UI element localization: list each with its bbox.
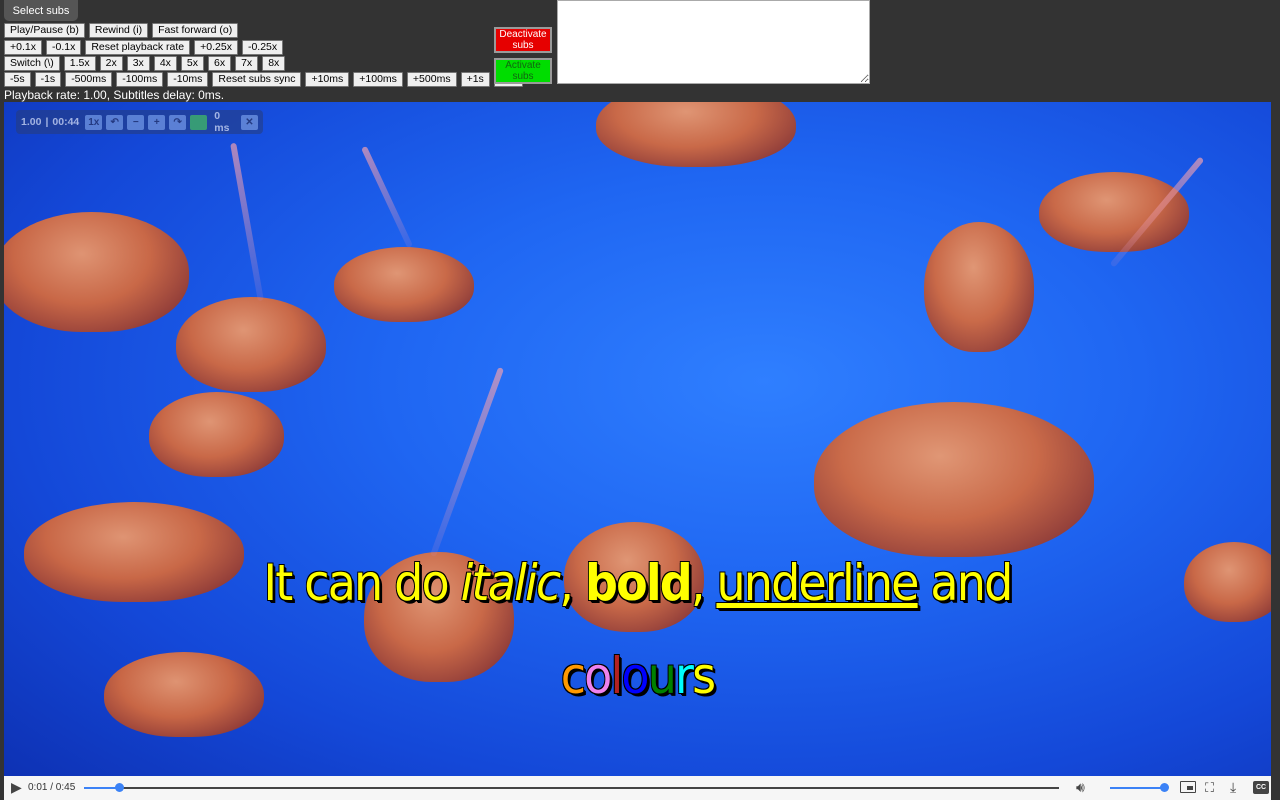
overlay-speed-button[interactable]: 1x bbox=[85, 114, 103, 130]
sync-plus-1s-button[interactable]: +1s bbox=[460, 72, 490, 87]
rate-minus-0.1-button[interactable]: -0.1x bbox=[45, 40, 82, 55]
subtitles-textarea[interactable] bbox=[557, 0, 870, 84]
jellyfish-decor bbox=[596, 102, 796, 167]
overlay-separator: | bbox=[45, 116, 49, 128]
subtitle-colour-letter: o bbox=[621, 647, 649, 705]
volume-icon[interactable]: 🔊︎ bbox=[1076, 779, 1085, 796]
subtitle-colour-letter: s bbox=[692, 647, 716, 705]
sync-minus-5s-button[interactable]: -5s bbox=[4, 72, 31, 87]
jellyfish-decor bbox=[1039, 172, 1189, 252]
fullscreen-icon[interactable]: ⛶ bbox=[1205, 780, 1214, 796]
speed-2x-button[interactable]: 2x bbox=[99, 56, 123, 71]
subtitle-underline: underline bbox=[716, 554, 919, 612]
subtitle-line-2: colours bbox=[55, 647, 1221, 705]
play-icon[interactable]: ▶ bbox=[11, 779, 22, 796]
toolbar-row-playback: Play/Pause (b) Rewind (i) Fast forward (… bbox=[4, 23, 239, 38]
subtitle-plain: It can do bbox=[263, 554, 461, 612]
speed-6x-button[interactable]: 6x bbox=[208, 56, 232, 71]
volume-thumb[interactable] bbox=[1159, 783, 1169, 792]
play-pause-button[interactable]: Play/Pause (b) bbox=[4, 23, 85, 38]
seek-thumb[interactable] bbox=[114, 783, 124, 792]
rate-plus-0.25-button[interactable]: +0.25x bbox=[194, 40, 238, 55]
overlay-minus-button[interactable]: − bbox=[127, 114, 145, 130]
video-player[interactable]: 1.00 | 00:44 1x ↶ − + ↷ 0 ms ✕ It can do… bbox=[4, 102, 1271, 800]
toolbar-row-speed: Switch (\) 1.5x 2x 3x 4x 5x 6x 7x 8x bbox=[4, 56, 286, 71]
sync-plus-10ms-button[interactable]: +10ms bbox=[305, 72, 350, 87]
subtitle-plain: and bbox=[917, 554, 1013, 612]
overlay-forward-icon[interactable]: ↷ bbox=[169, 114, 187, 130]
jellyfish-decor bbox=[149, 392, 284, 477]
reset-subs-sync-button[interactable]: Reset subs sync bbox=[212, 72, 302, 87]
sync-minus-500ms-button[interactable]: -500ms bbox=[65, 72, 113, 87]
time-display: 0:01 / 0:45 bbox=[28, 782, 76, 793]
sync-minus-100ms-button[interactable]: -100ms bbox=[116, 72, 164, 87]
subtitle-sep: , bbox=[559, 554, 586, 612]
overlay-subtitle-toggle-icon[interactable] bbox=[190, 114, 208, 130]
toolbar-row-rate: +0.1x -0.1x Reset playback rate +0.25x -… bbox=[4, 40, 284, 55]
overlay-rate: 1.00 bbox=[21, 116, 42, 128]
overlay-close-icon[interactable]: ✕ bbox=[241, 114, 258, 130]
overlay-delay: 0 ms bbox=[214, 110, 230, 134]
fast-forward-button[interactable]: Fast forward (o) bbox=[152, 23, 239, 38]
speed-3x-button[interactable]: 3x bbox=[126, 56, 150, 71]
subtitle-colour-letter: r bbox=[675, 647, 694, 705]
speed-7x-button[interactable]: 7x bbox=[235, 56, 259, 71]
picture-in-picture-icon[interactable] bbox=[1180, 781, 1196, 793]
select-subs-tab[interactable]: Select subs bbox=[4, 0, 78, 21]
sync-plus-500ms-button[interactable]: +500ms bbox=[406, 72, 457, 87]
overlay-plus-button[interactable]: + bbox=[148, 114, 166, 130]
sync-minus-10ms-button[interactable]: -10ms bbox=[167, 72, 209, 87]
rewind-button[interactable]: Rewind (i) bbox=[88, 23, 149, 38]
speed-1.5x-button[interactable]: 1.5x bbox=[63, 56, 96, 71]
jellyfish-decor bbox=[814, 402, 1094, 557]
subtitle-colour-letter: o bbox=[584, 647, 612, 705]
rate-plus-0.1-button[interactable]: +0.1x bbox=[4, 40, 42, 55]
subtitle-line-1: It can do italic, bold, underline and bbox=[55, 554, 1221, 612]
video-controls-bar: ▶ 0:01 / 0:45 🔊︎ ⛶ ⤓ CC bbox=[4, 776, 1271, 800]
subtitle-italic: italic bbox=[460, 554, 562, 612]
rate-minus-0.25-button[interactable]: -0.25x bbox=[241, 40, 284, 55]
status-text: Playback rate: 1.00, Subtitles delay: 0m… bbox=[4, 88, 225, 102]
speed-8x-button[interactable]: 8x bbox=[262, 56, 286, 71]
subtitle-colour-letter: l bbox=[610, 647, 623, 705]
tentacle-decor bbox=[429, 367, 505, 557]
toolbar-row-sync: -5s -1s -500ms -100ms -10ms Reset subs s… bbox=[4, 72, 524, 87]
reset-playback-rate-button[interactable]: Reset playback rate bbox=[85, 40, 191, 55]
download-icon[interactable]: ⤓ bbox=[1230, 779, 1236, 796]
subtitle-bold: bold bbox=[585, 554, 693, 612]
overlay-time: 00:44 bbox=[52, 116, 80, 128]
sync-plus-100ms-button[interactable]: +100ms bbox=[353, 72, 403, 87]
seek-bar[interactable] bbox=[84, 787, 1059, 789]
overlay-rewind-icon[interactable]: ↶ bbox=[106, 114, 124, 130]
activate-subs-button[interactable]: Activate subs bbox=[494, 58, 552, 84]
subtitle-colour-letter: c bbox=[560, 647, 586, 705]
switch-button[interactable]: Switch (\) bbox=[4, 56, 60, 71]
seek-bar-fill bbox=[84, 787, 120, 789]
tentacle-decor bbox=[230, 142, 264, 302]
speed-controller-overlay: 1.00 | 00:44 1x ↶ − + ↷ 0 ms ✕ bbox=[16, 110, 263, 134]
deactivate-subs-button[interactable]: Deactivate subs bbox=[494, 27, 552, 53]
subtitle-sep: , bbox=[690, 554, 717, 612]
jellyfish-decor bbox=[334, 247, 474, 322]
sync-minus-1s-button[interactable]: -1s bbox=[34, 72, 62, 87]
jellyfish-decor bbox=[176, 297, 326, 392]
tentacle-decor bbox=[361, 145, 413, 249]
volume-fill bbox=[1110, 787, 1164, 789]
jellyfish-decor bbox=[4, 212, 189, 332]
speed-4x-button[interactable]: 4x bbox=[153, 56, 177, 71]
closed-captions-icon[interactable]: CC bbox=[1253, 781, 1269, 794]
subtitle-colour-letter: u bbox=[647, 647, 677, 705]
speed-5x-button[interactable]: 5x bbox=[180, 56, 204, 71]
jellyfish-decor bbox=[924, 222, 1034, 352]
